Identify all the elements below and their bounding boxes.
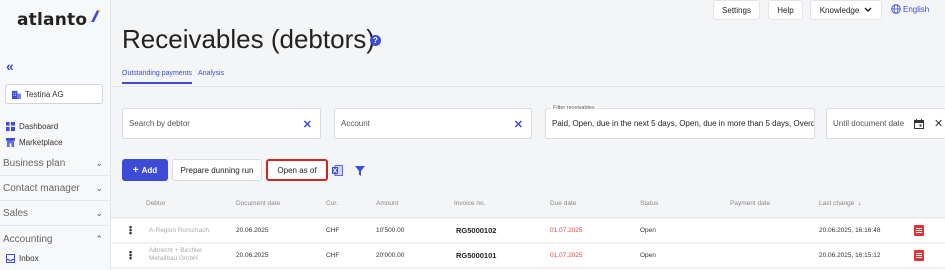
app-root: atlanto « Testina AG Dashboard Marketpla… [0, 0, 945, 270]
column-header-last-change[interactable]: Last change ↓ [819, 200, 861, 207]
sidebar-item-label: Marketplace [19, 138, 63, 147]
sidebar-group-label: Accounting [3, 233, 53, 245]
until-document-date-placeholder: Until document date [833, 119, 905, 128]
cell-amount: 10'500.00 [376, 227, 405, 234]
cell-last-change: 20.06.2025, 16:15:12 [819, 252, 881, 259]
cell-currency: CHF [326, 227, 340, 234]
column-header-payment-date[interactable]: Payment date [730, 200, 770, 207]
cell-currency: CHF [326, 252, 340, 259]
sidebar-item-dashboard[interactable]: Dashboard [6, 122, 58, 131]
cell-status: Open [640, 252, 656, 259]
account-field[interactable]: Account ✕ [334, 108, 532, 139]
column-header-document-date[interactable]: Document date [236, 200, 280, 207]
row-menu-icon[interactable]: • • • [129, 223, 132, 238]
cell-document-date: 20.06.2025 [236, 252, 269, 259]
cell-debtor: Albrecht + Birchler Metallbau GmbH [149, 247, 203, 262]
chevron-up-icon: ⌃ [95, 233, 103, 244]
pdf-icon[interactable] [914, 225, 924, 236]
prepare-dunning-run-button[interactable]: Prepare dunning run [172, 159, 262, 181]
sidebar-group-label: Contact manager [3, 183, 80, 194]
double-chevron-left-icon[interactable]: « [6, 58, 14, 74]
sidebar-item-label: Inbox [19, 254, 39, 263]
add-button[interactable]: + Add [122, 159, 168, 181]
tab-bar: Outstanding payments Analysis [122, 68, 230, 84]
clear-icon[interactable]: ✕ [514, 118, 523, 131]
row-menu-icon[interactable]: • • • [129, 248, 132, 263]
add-label: Add [141, 165, 158, 175]
column-header-debtor[interactable]: Debtor [146, 200, 166, 207]
tab-outstanding-payments[interactable]: Outstanding payments [122, 68, 193, 84]
open-as-of-button[interactable]: Open as of [266, 159, 328, 181]
column-header-due-date[interactable]: Due date [550, 200, 576, 207]
sort-descending-icon: ↓ [858, 200, 862, 207]
company-name: Testina AG [25, 89, 64, 99]
sidebar: atlanto « Testina AG Dashboard Marketpla… [0, 0, 111, 270]
column-header-status[interactable]: Status [640, 200, 658, 207]
excel-export-icon[interactable] [332, 165, 343, 176]
sidebar-group-accounting[interactable]: Accounting ⌃ [0, 227, 111, 251]
debtor-search-placeholder: Search by debtor [129, 119, 190, 128]
table-row[interactable]: • • • A-Region Rorschach 20.06.2025 CHF 10… [111, 219, 945, 243]
grid-icon [6, 122, 15, 131]
column-header-amount[interactable]: Amount [376, 200, 398, 207]
calendar-icon[interactable] [914, 119, 924, 129]
language-selector[interactable]: English [891, 4, 929, 14]
chevron-down-icon: ⌄ [95, 208, 103, 218]
chevron-down-icon: ⌄ [95, 183, 103, 193]
logo-mark-icon [91, 10, 101, 22]
page-title: Receivables (debtors) [122, 24, 375, 54]
filter-receivables-value: Paid, Open, due in the next 5 days, Open… [552, 119, 814, 128]
sidebar-group-sales[interactable]: Sales ⌄ [0, 202, 111, 226]
cell-document-date: 20.06.2025 [236, 227, 269, 234]
sidebar-item-inbox[interactable]: Inbox [6, 254, 39, 263]
filter-icon[interactable] [355, 166, 365, 176]
cell-due-date: 01.07.2025 [550, 252, 583, 259]
clear-icon[interactable]: ✕ [934, 117, 943, 130]
store-icon [6, 138, 15, 147]
column-header-invoice-no[interactable]: Invoice no. [454, 200, 485, 207]
sidebar-item-marketplace[interactable]: Marketplace [6, 138, 63, 147]
sidebar-group-business-plan[interactable]: Business plan ⌄ [0, 152, 111, 176]
cell-debtor: A-Region Rorschach [149, 227, 209, 234]
cell-invoice-no[interactable]: RG5000101 [456, 251, 496, 260]
clear-icon[interactable]: ✕ [303, 118, 312, 131]
language-label: English [903, 4, 930, 14]
column-header-currency[interactable]: Cur. [326, 200, 338, 207]
cell-due-date: 01.07.2025 [550, 227, 583, 234]
sidebar-group-contact-manager[interactable]: Contact manager ⌄ [0, 177, 111, 201]
logo[interactable]: atlanto [17, 10, 101, 30]
sidebar-group-label: Business plan [3, 158, 66, 169]
cell-amount: 20'000.00 [376, 252, 405, 259]
filter-receivables-field[interactable]: Filter receivables Paid, Open, due in th… [545, 105, 815, 139]
until-document-date-field[interactable]: Until document date ✕ [826, 108, 945, 139]
building-icon [12, 90, 21, 99]
help-button[interactable]: Help [768, 0, 803, 20]
logo-text: atlanto [17, 10, 88, 30]
cell-status: Open [640, 227, 656, 234]
cell-last-change: 20.06.2025, 16:16:48 [819, 227, 881, 234]
account-placeholder: Account [341, 119, 370, 128]
tab-analysis[interactable]: Analysis [198, 68, 224, 84]
knowledge-dropdown[interactable]: Knowledge [810, 0, 882, 20]
chevron-down-icon [864, 7, 872, 12]
settings-button[interactable]: Settings [713, 0, 760, 20]
debtor-search-field[interactable]: Search by debtor ✕ [122, 108, 321, 139]
column-header-last-change-label: Last change [819, 200, 855, 207]
chevron-down-icon: ⌄ [95, 158, 103, 168]
sidebar-group-label: Sales [3, 208, 29, 219]
globe-icon [891, 4, 901, 14]
filter-receivables-label: Filter receivables [551, 105, 597, 111]
sidebar-item-label: Dashboard [19, 122, 59, 131]
table-header: Debtor Document date Cur. Amount Invoice… [111, 196, 945, 218]
plus-icon: + [132, 164, 139, 176]
cell-invoice-no[interactable]: RG5000102 [456, 226, 496, 235]
tabs-divider [111, 86, 945, 87]
pdf-icon[interactable] [914, 250, 924, 261]
inbox-icon [6, 254, 15, 263]
company-selector[interactable]: Testina AG [5, 84, 103, 104]
table-row[interactable]: • • • Albrecht + Birchler Metallbau GmbH 2… [111, 244, 945, 268]
help-icon[interactable]: ? [370, 35, 381, 46]
knowledge-label: Knowledge [819, 5, 860, 15]
